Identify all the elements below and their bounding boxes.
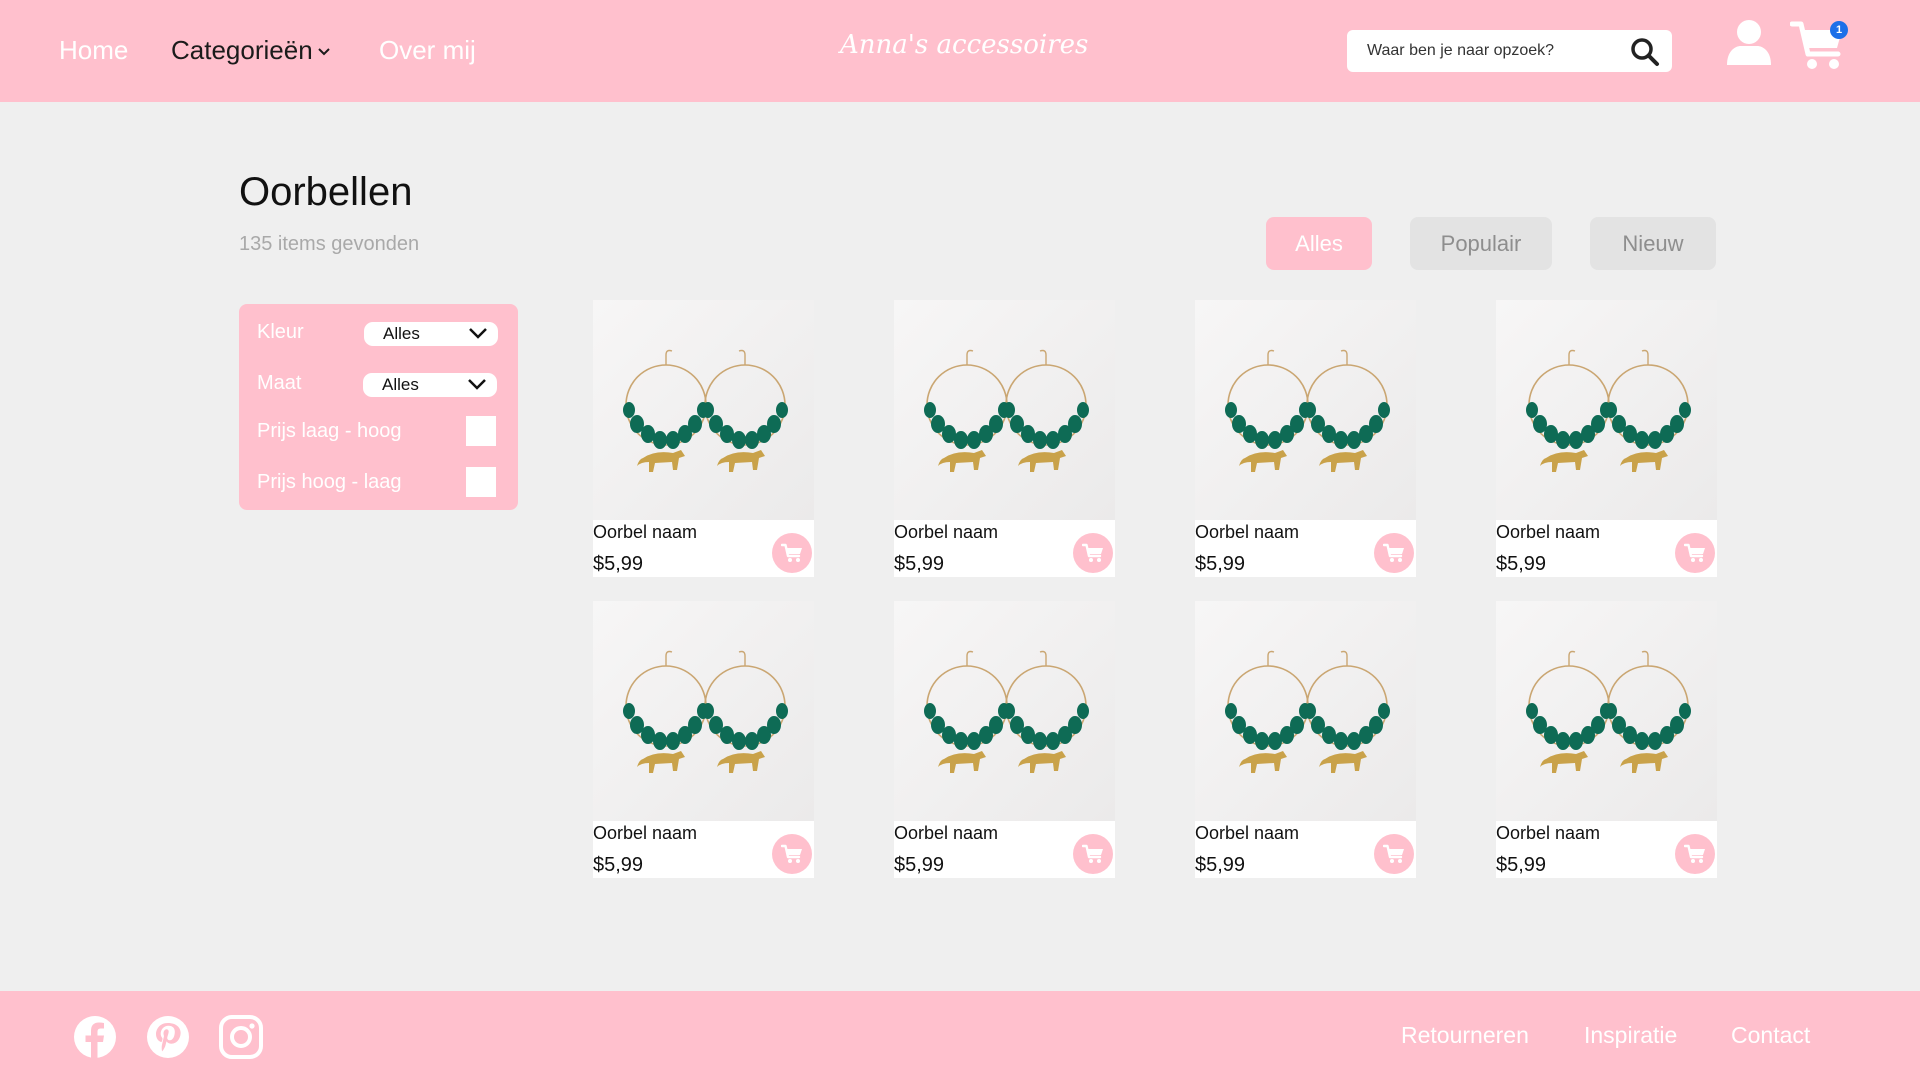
nav-categories-label: Categorieën <box>171 35 313 65</box>
user-icon[interactable] <box>1726 19 1772 67</box>
add-to-cart-button[interactable] <box>772 834 812 874</box>
chevron-down-icon <box>469 328 487 339</box>
add-to-cart-button[interactable] <box>772 533 812 573</box>
chevron-down-icon <box>317 48 330 56</box>
product-card[interactable]: Oorbel naam $5,99 <box>1195 601 1416 878</box>
product-card[interactable]: Oorbel naam $5,99 <box>1496 300 1717 577</box>
cart-count-badge: 1 <box>1830 21 1848 39</box>
product-image <box>1195 601 1416 821</box>
chevron-down-icon <box>468 379 486 390</box>
product-price: $5,99 <box>1195 854 1246 876</box>
footer-link-inspiration[interactable]: Inspiratie <box>1584 1022 1677 1049</box>
cart-icon <box>1383 844 1404 863</box>
search-bar <box>1347 30 1672 72</box>
add-to-cart-button[interactable] <box>1374 533 1414 573</box>
product-card[interactable]: Oorbel naam $5,99 <box>1496 601 1717 878</box>
filter-color-value: Alles <box>383 324 420 343</box>
product-image <box>1496 300 1717 520</box>
filter-size-value: Alles <box>382 375 419 394</box>
add-to-cart-button[interactable] <box>1073 834 1113 874</box>
product-name: Oorbel naam <box>593 522 698 542</box>
footer-link-contact[interactable]: Contact <box>1731 1022 1810 1049</box>
add-to-cart-button[interactable] <box>1374 834 1414 874</box>
product-image <box>593 601 814 821</box>
product-card[interactable]: Oorbel naam $5,99 <box>894 300 1115 577</box>
product-price: $5,99 <box>593 553 644 575</box>
cart-icon <box>781 543 802 562</box>
product-price: $5,99 <box>894 854 945 876</box>
item-count: 135 items gevonden <box>239 233 420 255</box>
product-name: Oorbel naam <box>1496 823 1601 843</box>
cart-icon <box>1684 844 1705 863</box>
add-to-cart-button[interactable] <box>1675 834 1715 874</box>
product-card[interactable]: Oorbel naam $5,99 <box>1195 300 1416 577</box>
cart-icon <box>1383 543 1404 562</box>
product-name: Oorbel naam <box>1496 522 1601 542</box>
product-name: Oorbel naam <box>1195 823 1300 843</box>
pinterest-icon[interactable] <box>146 1015 190 1059</box>
product-name: Oorbel naam <box>1195 522 1300 542</box>
cart-icon <box>1082 844 1103 863</box>
tab-popular[interactable]: Populair <box>1410 217 1552 270</box>
product-card[interactable]: Oorbel naam $5,99 <box>593 601 814 878</box>
cart-icon <box>781 844 802 863</box>
facebook-icon[interactable] <box>73 1015 117 1059</box>
filter-color-label: Kleur <box>257 321 304 343</box>
product-price: $5,99 <box>1496 553 1547 575</box>
filter-panel: Kleur Alles Maat Alles Prijs laag - hoog… <box>239 304 518 510</box>
tab-new[interactable]: Nieuw <box>1590 217 1716 270</box>
product-name: Oorbel naam <box>894 823 999 843</box>
filter-size-label: Maat <box>257 372 302 394</box>
add-to-cart-button[interactable] <box>1675 533 1715 573</box>
nav-home-link[interactable]: Home <box>59 34 128 66</box>
cart-icon <box>1082 543 1103 562</box>
add-to-cart-button[interactable] <box>1073 533 1113 573</box>
product-image <box>593 300 814 520</box>
filter-color-select[interactable]: Alles <box>364 322 498 346</box>
product-image <box>894 601 1115 821</box>
product-image <box>1195 300 1416 520</box>
product-price: $5,99 <box>1195 553 1246 575</box>
search-icon[interactable] <box>1630 37 1660 67</box>
page-title: Oorbellen <box>239 170 413 214</box>
search-input[interactable] <box>1367 42 1627 60</box>
filter-price-high-low-label: Prijs hoog - laag <box>257 471 402 493</box>
product-price: $5,99 <box>593 854 644 876</box>
product-image <box>894 300 1115 520</box>
price-low-high-checkbox[interactable] <box>466 416 496 446</box>
product-image <box>1496 601 1717 821</box>
cart-icon <box>1684 543 1705 562</box>
tab-all[interactable]: Alles <box>1266 217 1372 270</box>
site-logo[interactable]: Anna's accessoires <box>840 30 1088 60</box>
filter-price-low-high-label: Prijs laag - hoog <box>257 420 402 442</box>
price-high-low-checkbox[interactable] <box>466 467 496 497</box>
product-price: $5,99 <box>1496 854 1547 876</box>
product-card[interactable]: Oorbel naam $5,99 <box>593 300 814 577</box>
footer-link-returns[interactable]: Retourneren <box>1401 1022 1529 1049</box>
product-card[interactable]: Oorbel naam $5,99 <box>894 601 1115 878</box>
filter-size-select[interactable]: Alles <box>363 373 497 397</box>
product-name: Oorbel naam <box>894 522 999 542</box>
product-name: Oorbel naam <box>593 823 698 843</box>
nav-categories-dropdown[interactable]: Categorieën <box>171 34 331 66</box>
nav-about-link[interactable]: Over mij <box>379 34 476 66</box>
instagram-icon[interactable] <box>219 1015 263 1059</box>
product-price: $5,99 <box>894 553 945 575</box>
